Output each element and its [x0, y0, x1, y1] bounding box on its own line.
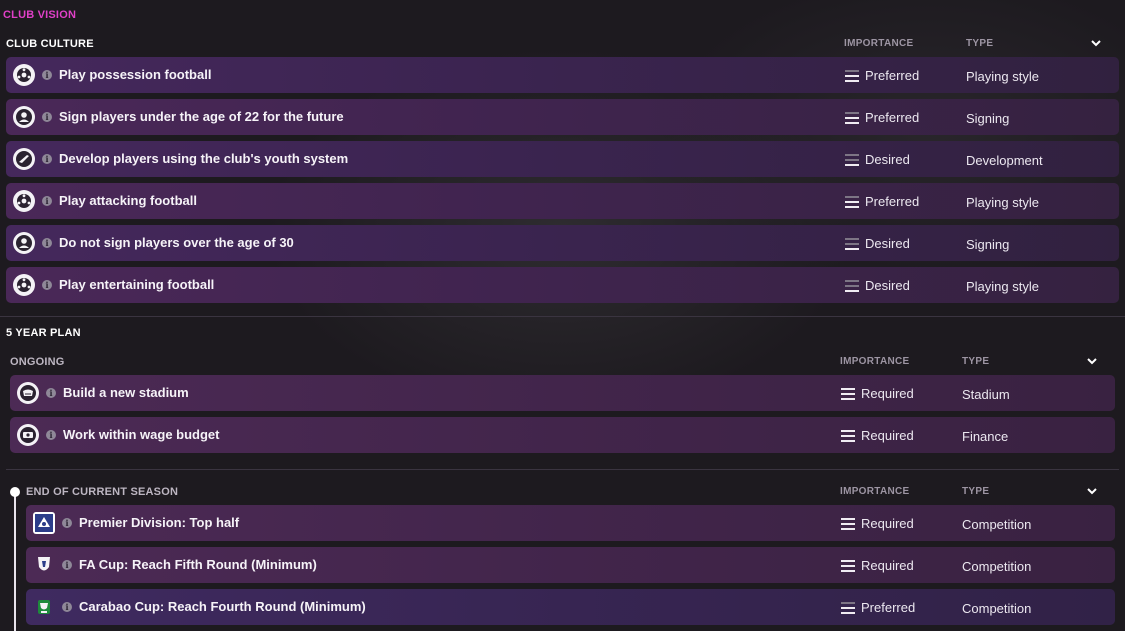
list-item[interactable]: i Sign players under the age of 22 for t…: [6, 99, 1119, 135]
football-icon: [13, 190, 35, 212]
list-item[interactable]: i Do not sign players over the age of 30…: [6, 225, 1119, 261]
type-value: Playing style: [966, 279, 1039, 294]
money-icon: [17, 424, 39, 446]
importance-bars-icon: [845, 279, 859, 292]
type-column-header[interactable]: TYPE: [962, 486, 989, 497]
timeline-line: [14, 491, 16, 631]
football-icon: [13, 64, 35, 86]
list-item-label: Play entertaining football: [59, 277, 215, 292]
list-item[interactable]: i Play entertaining football Desired Pla…: [6, 267, 1119, 303]
importance-value: Preferred: [845, 194, 919, 209]
fa-cup-logo-icon: [33, 554, 55, 576]
list-item-label: Play attacking football: [59, 193, 197, 208]
list-item-label: Carabao Cup: Reach Fourth Round (Minimum…: [79, 599, 366, 614]
importance-value: Desired: [845, 152, 910, 167]
importance-value: Desired: [845, 236, 910, 251]
info-icon[interactable]: i: [42, 280, 52, 290]
importance-bars-icon: [845, 195, 859, 208]
five-year-plan-title: 5 YEAR PLAN: [6, 327, 81, 339]
info-icon[interactable]: i: [62, 560, 72, 570]
list-item[interactable]: i Play attacking football Preferred Play…: [6, 183, 1119, 219]
type-column-header[interactable]: TYPE: [962, 356, 989, 367]
chevron-down-icon[interactable]: [1087, 37, 1105, 51]
importance-value: Required: [841, 516, 914, 531]
importance-bars-icon: [841, 429, 855, 442]
importance-bars-icon: [845, 153, 859, 166]
carabao-cup-logo-icon: [33, 596, 55, 618]
importance-bars-icon: [841, 517, 855, 530]
list-item[interactable]: i Premier Division: Top half Required Co…: [26, 505, 1115, 541]
type-value: Stadium: [962, 387, 1010, 402]
importance-value: Required: [841, 386, 914, 401]
end-of-season-title: END OF CURRENT SEASON: [26, 486, 179, 498]
type-column-header[interactable]: TYPE: [966, 38, 993, 49]
importance-column-header[interactable]: IMPORTANCE: [844, 38, 913, 49]
timeline-dot: [10, 487, 20, 497]
list-item-label: Play possession football: [59, 67, 212, 82]
info-icon[interactable]: i: [46, 388, 56, 398]
info-icon[interactable]: i: [62, 602, 72, 612]
type-value: Finance: [962, 429, 1009, 444]
type-value: Playing style: [966, 195, 1039, 210]
list-item[interactable]: i Carabao Cup: Reach Fourth Round (Minim…: [26, 589, 1115, 625]
boot-icon: [13, 148, 35, 170]
section-divider: [0, 316, 1125, 317]
importance-value: Required: [841, 428, 914, 443]
list-item-label: Build a new stadium: [63, 385, 189, 400]
section-divider: [6, 469, 1119, 470]
importance-value: Preferred: [845, 68, 919, 83]
type-value: Competition: [962, 601, 1032, 616]
importance-column-header[interactable]: IMPORTANCE: [840, 486, 909, 497]
type-value: Competition: [962, 559, 1032, 574]
list-item[interactable]: i Play possession football Preferred Pla…: [6, 57, 1119, 93]
list-item[interactable]: i Work within wage budget Required Finan…: [10, 417, 1115, 453]
chevron-down-icon[interactable]: [1083, 355, 1101, 369]
importance-value: Desired: [845, 278, 910, 293]
list-item-label: Develop players using the club's youth s…: [59, 151, 349, 166]
person-icon: [13, 232, 35, 254]
info-icon[interactable]: i: [42, 196, 52, 206]
importance-bars-icon: [841, 559, 855, 572]
premier-division-logo-icon: [33, 512, 55, 534]
page-title: CLUB VISION: [3, 9, 77, 21]
importance-value: Required: [841, 558, 914, 573]
type-value: Signing: [966, 237, 1010, 252]
list-item[interactable]: i Develop players using the club's youth…: [6, 141, 1119, 177]
list-item-label: Work within wage budget: [63, 427, 220, 442]
ongoing-title: ONGOING: [10, 356, 65, 368]
importance-bars-icon: [845, 69, 859, 82]
importance-value: Preferred: [841, 600, 915, 615]
info-icon[interactable]: i: [62, 518, 72, 528]
type-value: Competition: [962, 517, 1032, 532]
person-icon: [13, 106, 35, 128]
chevron-down-icon[interactable]: [1083, 485, 1101, 499]
list-item-label: Sign players under the age of 22 for the…: [59, 109, 344, 124]
club-culture-title: CLUB CULTURE: [6, 38, 94, 50]
info-icon[interactable]: i: [42, 238, 52, 248]
type-value: Development: [966, 153, 1043, 168]
info-icon[interactable]: i: [46, 430, 56, 440]
type-value: Playing style: [966, 69, 1039, 84]
list-item-label: Do not sign players over the age of 30: [59, 235, 294, 250]
football-icon: [13, 274, 35, 296]
info-icon[interactable]: i: [42, 154, 52, 164]
stadium-icon: [17, 382, 39, 404]
importance-bars-icon: [841, 387, 855, 400]
importance-bars-icon: [845, 111, 859, 124]
importance-bars-icon: [845, 237, 859, 250]
importance-bars-icon: [841, 601, 855, 614]
list-item[interactable]: i FA Cup: Reach Fifth Round (Minimum) Re…: [26, 547, 1115, 583]
list-item-label: Premier Division: Top half: [79, 515, 240, 530]
list-item-label: FA Cup: Reach Fifth Round (Minimum): [79, 557, 317, 572]
info-icon[interactable]: i: [42, 70, 52, 80]
info-icon[interactable]: i: [42, 112, 52, 122]
type-value: Signing: [966, 111, 1010, 126]
list-item[interactable]: i Build a new stadium Required Stadium: [10, 375, 1115, 411]
importance-column-header[interactable]: IMPORTANCE: [840, 356, 909, 367]
importance-value: Preferred: [845, 110, 919, 125]
